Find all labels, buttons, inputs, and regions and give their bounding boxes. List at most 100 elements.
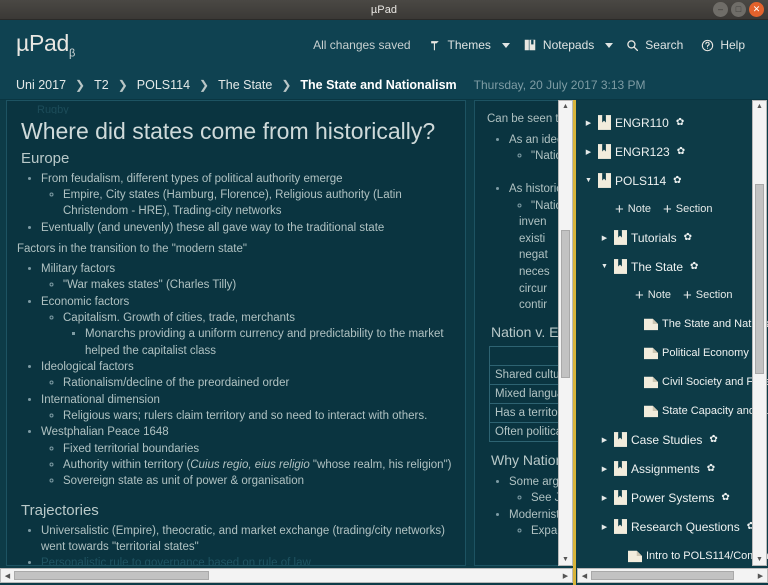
notebook-icon bbox=[598, 115, 611, 130]
add-note-button[interactable]: + Note bbox=[615, 202, 651, 217]
breadcrumb-item-1[interactable]: T2 bbox=[94, 78, 109, 92]
tree-item-political-economy[interactable]: Political Economy✿ bbox=[577, 338, 768, 367]
note-list-trajectories: Universalistic (Empire), theocratic, and… bbox=[41, 523, 455, 565]
scroll-up-arrow-icon[interactable]: ▲ bbox=[559, 101, 572, 112]
westphalia-post: "whose realm, his religion") bbox=[309, 459, 452, 471]
chevron-right-icon[interactable]: ▶ bbox=[599, 494, 610, 502]
gear-icon[interactable]: ✿ bbox=[677, 146, 685, 157]
notepad-tree: ▶ ENGR110 ✿ ▶ ENGR123 ✿ ▼ POLS114 ✿ + Note + Section… bbox=[577, 100, 768, 570]
note-workspace: Rugby Where did states come from histori… bbox=[0, 100, 768, 585]
themes-button[interactable]: Themes bbox=[420, 32, 500, 58]
tree-item-research-questions[interactable]: ▶ Research Questions ✿ bbox=[577, 512, 768, 541]
scroll-right-arrow-icon[interactable]: ▶ bbox=[559, 570, 572, 581]
list-item-continuation: negat bbox=[519, 249, 548, 262]
list-item-continuation: neces bbox=[519, 266, 550, 278]
gear-icon[interactable]: ✿ bbox=[709, 434, 717, 445]
list-item: As historica bbox=[509, 181, 568, 197]
note-element-nationalism[interactable]: Can be seen two As an ideol "Natio polit… bbox=[474, 100, 570, 566]
tree-item-assignments[interactable]: ▶ Assignments ✿ bbox=[577, 454, 768, 483]
search-button[interactable]: Search bbox=[617, 32, 692, 58]
tree-item-engr110[interactable]: ▶ ENGR110 ✿ bbox=[577, 108, 768, 137]
list-item: Fixed territorial boundaries bbox=[63, 441, 455, 457]
note-element-main[interactable]: Rugby Where did states come from histori… bbox=[6, 100, 466, 566]
minimize-button[interactable]: – bbox=[713, 2, 728, 17]
breadcrumb-item-2[interactable]: POLS114 bbox=[137, 78, 190, 92]
tree-item-intro-to-pols114-comparative[interactable]: Intro to POLS114/Comparative bbox=[577, 541, 768, 570]
chevron-down-icon[interactable]: ▼ bbox=[599, 263, 610, 270]
canvas-vertical-scrollbar[interactable]: ▲ ▼ bbox=[558, 100, 573, 566]
tree-item-pols114[interactable]: ▼ POLS114 ✿ bbox=[577, 166, 768, 195]
notepads-chevron-down-icon[interactable] bbox=[605, 42, 614, 48]
scroll-up-arrow-icon[interactable]: ▲ bbox=[753, 101, 766, 112]
tree-item-the-state[interactable]: ▼ The State ✿ bbox=[577, 252, 768, 281]
tree-item-the-state-and-nationalism[interactable]: The State and Nationalism✿ bbox=[577, 309, 768, 338]
maximize-button[interactable]: □ bbox=[731, 2, 746, 17]
sidebar-horizontal-scrollbar[interactable]: ◀ ▶ bbox=[577, 568, 768, 583]
chevron-right-icon[interactable]: ▶ bbox=[599, 465, 610, 473]
themes-chevron-down-icon[interactable] bbox=[501, 42, 510, 48]
panel-divider[interactable] bbox=[573, 100, 576, 585]
breadcrumb-item-4[interactable]: The State and Nationalism bbox=[300, 78, 456, 92]
tree-item-label: Research Questions bbox=[631, 519, 740, 534]
breadcrumb-item-3[interactable]: The State bbox=[218, 78, 272, 92]
chevron-right-icon[interactable]: ▶ bbox=[599, 436, 610, 444]
add-note-button[interactable]: + Note bbox=[635, 288, 671, 303]
tree-item-label: Power Systems bbox=[631, 490, 715, 505]
gear-icon[interactable]: ✿ bbox=[721, 492, 729, 503]
note-heading-trajectories: Trajectories bbox=[21, 501, 99, 519]
search-icon bbox=[626, 39, 639, 52]
breadcrumb-item-0[interactable]: Uni 2017 bbox=[16, 78, 66, 92]
close-button[interactable]: ✕ bbox=[749, 2, 764, 17]
note-b-heading-why: Why Nations bbox=[491, 452, 570, 469]
scrollbar-thumb[interactable] bbox=[591, 571, 734, 580]
add-section-button[interactable]: + Section bbox=[683, 288, 732, 303]
scroll-left-arrow-icon[interactable]: ◀ bbox=[578, 570, 591, 581]
list-item: "Natio bbox=[531, 148, 562, 164]
notebook-icon bbox=[614, 490, 627, 505]
search-label: Search bbox=[645, 38, 684, 52]
scroll-right-arrow-icon[interactable]: ▶ bbox=[754, 570, 767, 581]
scroll-left-arrow-icon[interactable]: ◀ bbox=[1, 570, 14, 581]
add-section-label: Section bbox=[695, 289, 733, 301]
chevron-down-icon[interactable]: ▼ bbox=[583, 177, 594, 184]
scroll-down-arrow-icon[interactable]: ▼ bbox=[559, 554, 572, 565]
scroll-down-arrow-icon[interactable]: ▼ bbox=[753, 554, 766, 565]
sidebar-vertical-scrollbar[interactable]: ▲ ▼ bbox=[752, 100, 767, 566]
tree-item-tutorials[interactable]: ▶ Tutorials ✿ bbox=[577, 223, 768, 252]
scrollbar-thumb[interactable] bbox=[755, 184, 764, 374]
app-logo[interactable]: µPadβ bbox=[16, 30, 75, 60]
chevron-right-icon[interactable]: ▶ bbox=[583, 119, 594, 127]
list-item: Monarchs providing a uniform currency an… bbox=[85, 326, 455, 359]
gear-icon[interactable]: ✿ bbox=[690, 261, 698, 272]
tree-item-power-systems[interactable]: ▶ Power Systems ✿ bbox=[577, 483, 768, 512]
list-item-continuation: existi bbox=[519, 232, 546, 245]
note-heading-1: Where did states come from historically? bbox=[21, 118, 436, 144]
list-item: Economic factors bbox=[41, 294, 455, 310]
list-item: International dimension bbox=[41, 392, 455, 408]
notepads-button[interactable]: Notepads bbox=[514, 32, 603, 58]
window-controls: – □ ✕ bbox=[713, 2, 764, 17]
help-button[interactable]: Help bbox=[692, 32, 754, 58]
chevron-right-icon[interactable]: ▶ bbox=[583, 148, 594, 156]
scrollbar-thumb[interactable] bbox=[561, 230, 570, 378]
gear-icon[interactable]: ✿ bbox=[673, 175, 681, 186]
gear-icon[interactable]: ✿ bbox=[684, 232, 692, 243]
books-icon bbox=[523, 38, 537, 52]
note-list-level1: From feudalism, different types of polit… bbox=[41, 171, 455, 236]
tree-item-state-capacity-and-autonomy[interactable]: State Capacity and Autonomy bbox=[577, 396, 768, 425]
tree-item-engr123[interactable]: ▶ ENGR123 ✿ bbox=[577, 137, 768, 166]
add-note-label: Note bbox=[647, 289, 672, 301]
canvas-horizontal-scrollbar[interactable]: ◀ ▶ bbox=[0, 568, 573, 583]
tree-item-label: Intro to POLS114/Comparative bbox=[646, 549, 768, 562]
gear-icon[interactable]: ✿ bbox=[676, 117, 684, 128]
add-note-section-row: + Note + Section bbox=[577, 281, 768, 309]
list-item: Expan bbox=[531, 523, 564, 539]
chevron-right-icon[interactable]: ▶ bbox=[599, 234, 610, 242]
tree-item-civil-society-and-failed-states[interactable]: Civil Society and Failed States bbox=[577, 367, 768, 396]
gear-icon[interactable]: ✿ bbox=[707, 463, 715, 474]
scrollbar-thumb[interactable] bbox=[14, 571, 209, 580]
chevron-right-icon[interactable]: ▶ bbox=[599, 523, 610, 531]
toolbar-actions: All changes saved Themes Notepads Search… bbox=[304, 32, 754, 58]
tree-item-case-studies[interactable]: ▶ Case Studies ✿ bbox=[577, 425, 768, 454]
add-section-button[interactable]: + Section bbox=[663, 202, 712, 217]
